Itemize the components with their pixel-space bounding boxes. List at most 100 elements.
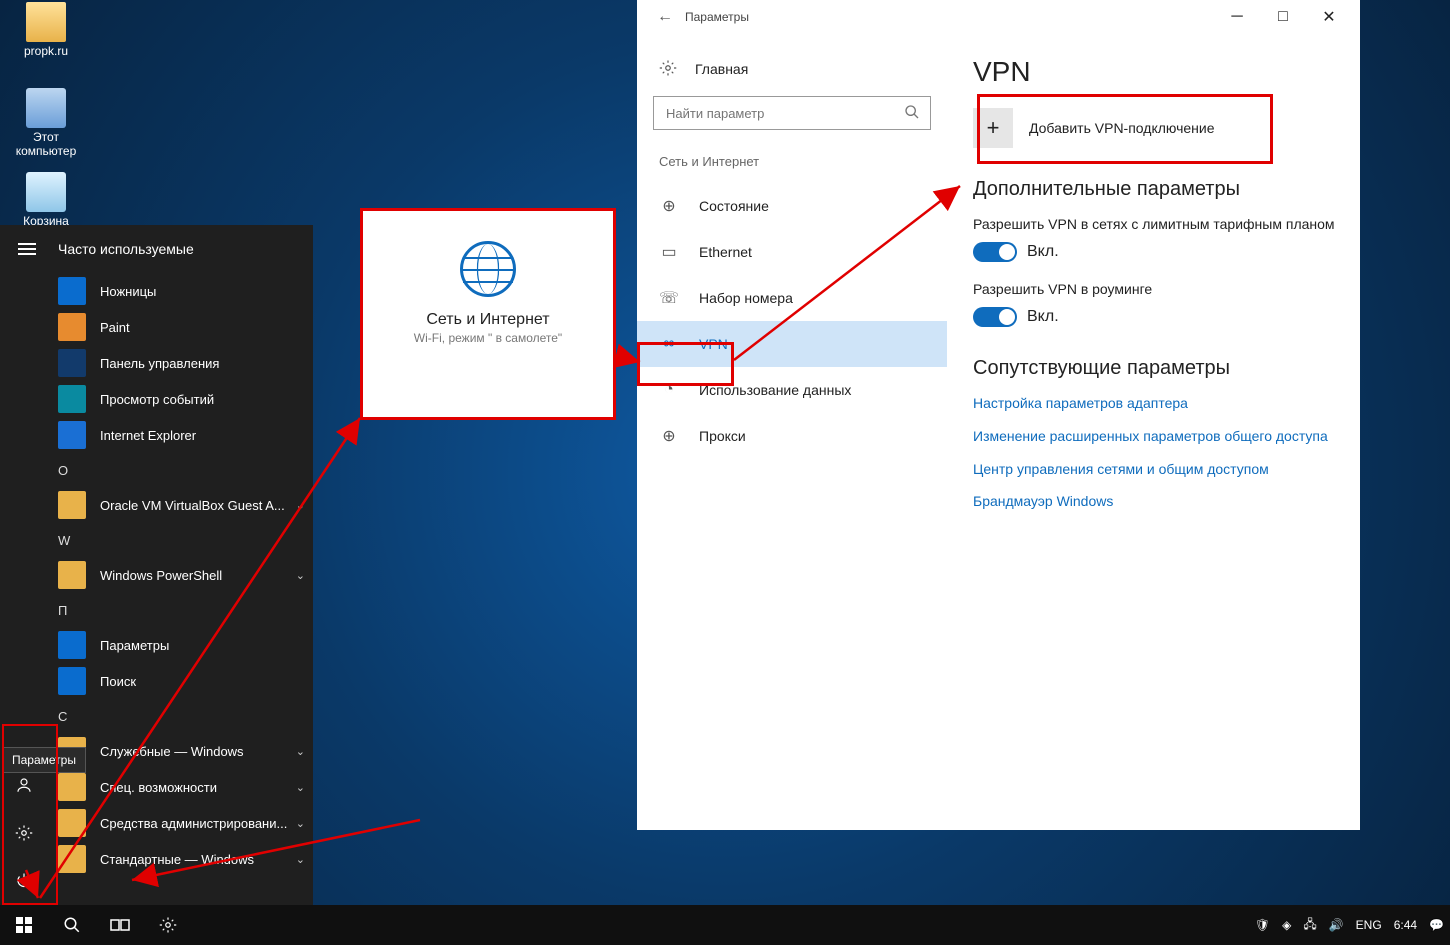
task-view-icon[interactable] [96,905,144,945]
start-menu-item-label: Стандартные — Windows [100,852,296,867]
hamburger-icon[interactable] [18,240,36,258]
app-icon [58,809,86,837]
nav-item-icon: ▭ [659,242,679,262]
chevron-down-icon: ⌄ [296,745,305,758]
desktop-icon-recycle-bin[interactable]: Корзина [8,172,84,228]
app-icon [58,349,86,377]
chevron-down-icon: ⌄ [296,569,305,582]
taskbar-settings-icon[interactable] [144,905,192,945]
start-menu-item[interactable]: Стандартные — Windows⌄ [58,841,313,877]
start-menu-letter[interactable]: П [58,593,313,627]
nav-item-label: VPN [699,336,728,352]
search-icon[interactable] [48,905,96,945]
search-box[interactable] [653,96,931,130]
settings-category-subtitle: Wi-Fi, режим " в самолете" [363,331,613,345]
nav-home-label: Главная [695,61,748,77]
start-menu: Часто используемые НожницыPaintПанель уп… [0,225,313,905]
start-menu-letter[interactable]: W [58,523,313,557]
nav-item-label: Ethernet [699,244,752,260]
search-input[interactable] [664,105,904,122]
toggle-roaming[interactable]: Вкл. [973,307,1338,327]
plus-icon: + [973,108,1013,148]
start-menu-item-label: Панель управления [100,356,305,371]
tray-network-icon[interactable]: 🖧 [1303,915,1316,936]
add-vpn-button[interactable]: + Добавить VPN-подключение [973,108,1338,148]
minimize-button[interactable]: ─ [1214,2,1260,32]
start-menu-item[interactable]: Ножницы [58,273,313,309]
nav-item-icon: ∞ [659,335,679,353]
chevron-down-icon: ⌄ [296,781,305,794]
start-menu-item-label: Параметры [100,638,305,653]
search-icon [904,104,920,123]
settings-icon[interactable] [0,809,48,857]
start-menu-letter[interactable]: С [58,699,313,733]
tray-volume-icon[interactable]: 🔊 [1329,918,1344,932]
nav-item-состояние[interactable]: ⊕Состояние [637,183,947,229]
app-icon [58,773,86,801]
start-menu-item-label: Paint [100,320,305,335]
window-title: Параметры [685,10,749,24]
related-link[interactable]: Центр управления сетями и общим доступом [973,460,1338,479]
start-button[interactable] [0,905,48,945]
add-vpn-label: Добавить VPN-подключение [1029,120,1215,136]
app-icon [58,421,86,449]
nav-section-header: Сеть и Интернет [637,148,947,183]
start-menu-item-label: Ножницы [100,284,305,299]
section-heading-advanced: Дополнительные параметры [973,178,1338,201]
related-link[interactable]: Изменение расширенных параметров общего … [973,427,1338,446]
nav-item-icon: ☏ [659,288,679,308]
toggle-metered[interactable]: Вкл. [973,242,1338,262]
desktop-icon-folder[interactable]: propk.ru [8,2,84,58]
app-icon [58,667,86,695]
nav-item-vpn[interactable]: ∞ VPN [637,321,947,367]
nav-item-icon: ⊕ [659,426,679,446]
nav-item-набор номера[interactable]: ☏ Набор номера [637,275,947,321]
nav-home[interactable]: Главная [637,46,947,92]
section-heading-related: Сопутствующие параметры [973,357,1338,380]
settings-category-network[interactable]: Сеть и Интернет Wi-Fi, режим " в самолет… [360,208,616,420]
start-menu-item[interactable]: Просмотр событий [58,381,313,417]
chevron-down-icon: ⌄ [296,817,305,830]
start-menu-item[interactable]: Oracle VM VirtualBox Guest A...⌄ [58,487,313,523]
nav-item-ethernet[interactable]: ▭ Ethernet [637,229,947,275]
power-icon[interactable] [0,857,48,905]
related-link[interactable]: Брандмауэр Windows [973,492,1338,511]
start-menu-item-label: Просмотр событий [100,392,305,407]
option-label: Разрешить VPN в роуминге [973,280,1338,299]
nav-item-использование данных[interactable]: ◔ Использование данных [637,367,947,413]
related-link[interactable]: Настройка параметров адаптера [973,394,1338,413]
start-menu-item[interactable]: Средства администрировани...⌄ [58,805,313,841]
tray-language[interactable]: ENG [1356,918,1382,932]
page-title: VPN [973,56,1338,88]
option-label: Разрешить VPN в сетях с лимитным тарифны… [973,215,1338,234]
tray-notifications-icon[interactable]: 💬 [1429,918,1444,932]
chevron-down-icon: ⌄ [296,853,305,866]
toggle-state: Вкл. [1027,308,1059,326]
close-button[interactable]: ✕ [1306,2,1352,32]
start-menu-item[interactable]: Internet Explorer [58,417,313,453]
start-menu-item[interactable]: Служебные — Windows⌄ [58,733,313,769]
nav-item-icon: ◔ [659,381,679,399]
tray-shield-icon[interactable]: 🛡 [1255,918,1270,932]
tray-clock[interactable]: 6:44 [1394,918,1417,932]
start-menu-item[interactable]: Поиск [58,663,313,699]
maximize-button[interactable]: □ [1260,2,1306,32]
app-icon [58,561,86,589]
start-menu-item-label: Internet Explorer [100,428,305,443]
start-menu-item[interactable]: Paint [58,309,313,345]
start-menu-item[interactable]: Параметры [58,627,313,663]
nav-item-label: Использование данных [699,382,851,398]
nav-item-label: Набор номера [699,290,793,306]
start-menu-item[interactable]: Панель управления [58,345,313,381]
desktop-icon-this-pc[interactable]: Этот компьютер [8,88,84,158]
start-menu-item[interactable]: Спец. возможности⌄ [58,769,313,805]
app-icon [58,631,86,659]
start-menu-item[interactable]: Windows PowerShell⌄ [58,557,313,593]
start-menu-letter[interactable]: O [58,453,313,487]
nav-item-прокси[interactable]: ⊕Прокси [637,413,947,459]
start-menu-item-label: Oracle VM VirtualBox Guest A... [100,498,296,513]
toggle-state: Вкл. [1027,243,1059,261]
tray-cube-icon[interactable]: ◈ [1282,918,1291,932]
settings-category-title: Сеть и Интернет [363,311,613,329]
back-button[interactable]: ← [645,8,685,26]
